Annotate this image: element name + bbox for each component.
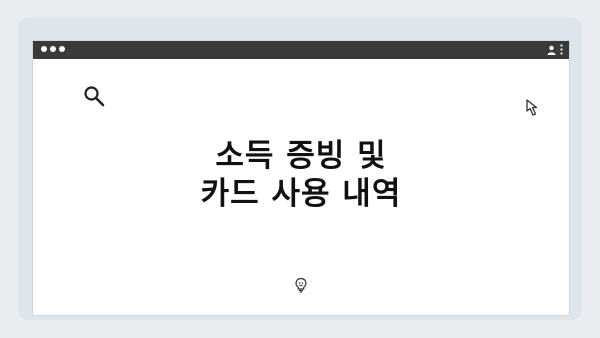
window-titlebar: [33, 41, 569, 59]
cursor-arrow-icon: [525, 98, 545, 122]
minimize-dot[interactable]: [50, 46, 56, 52]
window-controls: [41, 46, 65, 52]
close-dot[interactable]: [41, 46, 47, 52]
heading-line-2: 카드 사용 내역: [200, 176, 402, 212]
lightbulb-icon: [294, 277, 308, 297]
maximize-dot[interactable]: [59, 46, 65, 52]
heading-line-1: 소득 증빙 및: [215, 138, 387, 174]
browser-window: 소득 증빙 및 카드 사용 내역: [32, 40, 570, 316]
search-icon[interactable]: [83, 85, 105, 111]
user-icon[interactable]: [547, 45, 556, 55]
slide-heading: 소득 증빙 및 카드 사용 내역: [33, 137, 569, 213]
kebab-menu-icon[interactable]: [560, 44, 563, 55]
titlebar-actions: [547, 44, 563, 55]
